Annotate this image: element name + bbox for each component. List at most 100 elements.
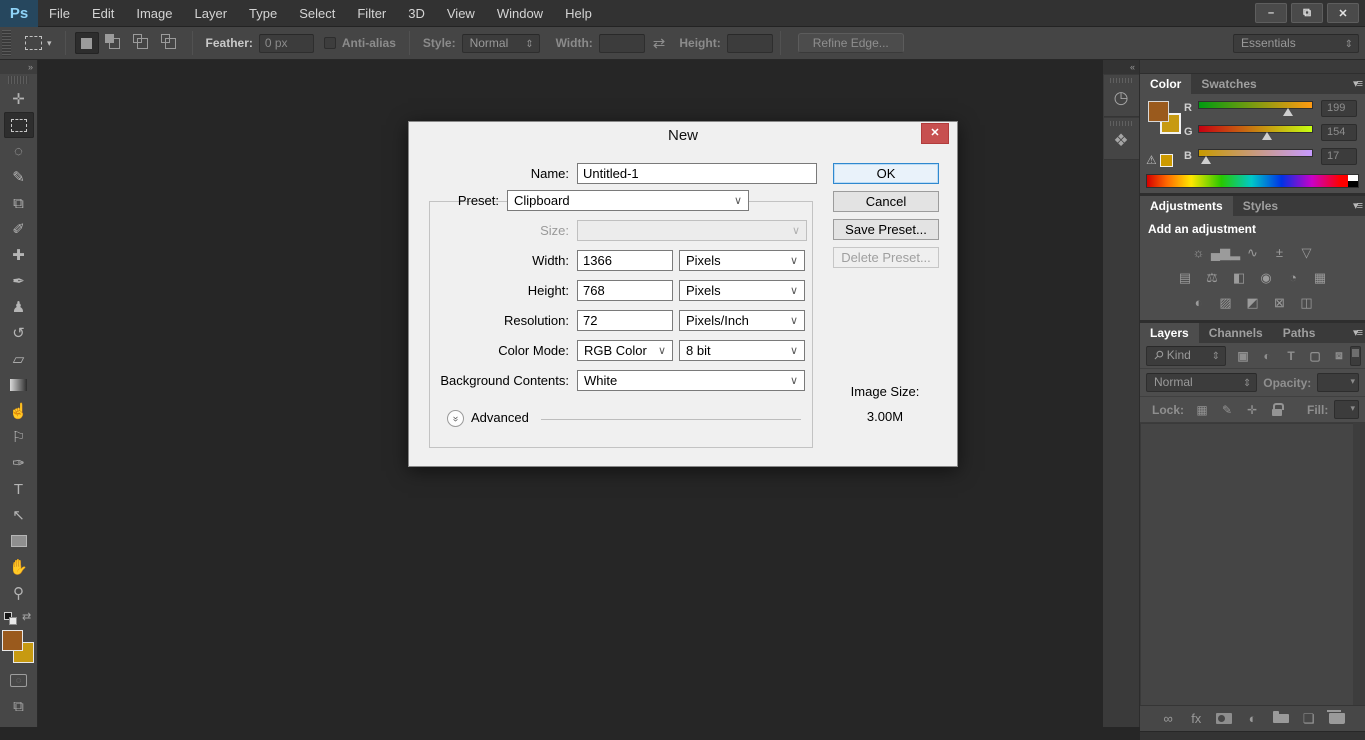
blue-value-input[interactable]: 17 bbox=[1321, 147, 1357, 165]
layer-effects-icon[interactable]: fx bbox=[1188, 711, 1204, 727]
panel-menu-icon[interactable]: ▾≡ bbox=[1353, 326, 1363, 339]
threshold-icon[interactable]: ◩ bbox=[1243, 294, 1263, 311]
tab-styles[interactable]: Styles bbox=[1233, 196, 1288, 216]
color-lookup-icon[interactable]: ▦ bbox=[1310, 269, 1330, 286]
tab-paths[interactable]: Paths bbox=[1273, 323, 1326, 343]
tab-swatches[interactable]: Swatches bbox=[1191, 74, 1266, 94]
invert-icon[interactable]: ◐ bbox=[1189, 294, 1209, 311]
black-white-icon[interactable]: ◧ bbox=[1229, 269, 1249, 286]
ok-button[interactable]: OK bbox=[833, 163, 939, 184]
clone-stamp-tool[interactable]: ♟ bbox=[4, 294, 34, 320]
filter-adjustment-layers-icon[interactable]: ◐ bbox=[1258, 347, 1276, 365]
green-slider[interactable] bbox=[1198, 125, 1313, 133]
swap-dimensions-icon[interactable]: ⇄ bbox=[653, 34, 666, 52]
fill-dropdown[interactable] bbox=[1334, 400, 1359, 419]
channel-mixer-icon[interactable]: ◔ bbox=[1283, 269, 1303, 286]
color-depth-dropdown[interactable]: 8 bit bbox=[679, 340, 805, 361]
green-value-input[interactable]: 154 bbox=[1321, 123, 1357, 141]
pen-tool[interactable]: ✑ bbox=[4, 450, 34, 476]
workspace-switcher-dropdown[interactable]: Essentials bbox=[1233, 34, 1359, 53]
cancel-button[interactable]: Cancel bbox=[833, 191, 939, 212]
green-slider-thumb[interactable] bbox=[1262, 132, 1272, 140]
spot-healing-brush-tool[interactable]: ✚ bbox=[4, 242, 34, 268]
brightness-contrast-icon[interactable]: ☼ bbox=[1189, 244, 1209, 261]
toolbar-grip[interactable] bbox=[8, 76, 29, 84]
gamut-warning-icon[interactable]: ⚠ bbox=[1146, 153, 1157, 167]
style-dropdown[interactable]: Normal bbox=[461, 33, 540, 53]
selection-mode-subtract-button[interactable] bbox=[131, 32, 155, 54]
restore-button[interactable]: ⧉ bbox=[1291, 3, 1323, 23]
eyedropper-tool[interactable]: ✐ bbox=[4, 216, 34, 242]
blue-slider[interactable] bbox=[1198, 149, 1313, 157]
spectrum-gradient[interactable] bbox=[1147, 175, 1348, 187]
delete-layer-icon[interactable] bbox=[1326, 710, 1345, 724]
screen-mode-button[interactable]: ⧉ bbox=[4, 694, 34, 718]
name-input[interactable] bbox=[577, 163, 817, 184]
selection-mode-intersect-button[interactable] bbox=[159, 32, 183, 54]
quick-selection-tool[interactable]: ✎ bbox=[4, 164, 34, 190]
websafe-color-swatch[interactable] bbox=[1159, 153, 1173, 167]
lasso-tool[interactable]: ◌ bbox=[4, 138, 34, 164]
filter-shape-layers-icon[interactable]: ▢ bbox=[1306, 347, 1324, 365]
menu-item[interactable]: Select bbox=[288, 0, 346, 27]
new-group-icon[interactable] bbox=[1272, 711, 1289, 723]
foreground-color-swatch[interactable] bbox=[2, 630, 23, 651]
selection-mode-new-button[interactable] bbox=[74, 32, 99, 54]
layer-filter-toggle[interactable] bbox=[1350, 346, 1361, 366]
type-tool[interactable]: T bbox=[4, 476, 34, 502]
tab-adjustments[interactable]: Adjustments bbox=[1140, 196, 1233, 216]
height-input[interactable] bbox=[577, 280, 673, 301]
menu-item[interactable]: Window bbox=[486, 0, 554, 27]
menu-item[interactable]: Filter bbox=[346, 0, 397, 27]
vibrance-icon[interactable]: ▽ bbox=[1297, 244, 1317, 261]
layers-scrollbar[interactable] bbox=[1353, 423, 1365, 705]
red-slider-thumb[interactable] bbox=[1282, 108, 1293, 116]
link-layers-icon[interactable]: ∞ bbox=[1160, 711, 1176, 727]
curves-icon[interactable]: ∿ bbox=[1243, 244, 1263, 261]
gradient-map-icon[interactable]: ⊠ bbox=[1270, 294, 1290, 311]
tab-layers[interactable]: Layers bbox=[1140, 323, 1199, 343]
selection-mode-add-button[interactable] bbox=[103, 32, 127, 54]
menu-item[interactable]: Layer bbox=[184, 0, 239, 27]
dock-expand-chevron-icon[interactable]: « bbox=[1103, 60, 1139, 74]
lock-all-icon[interactable] bbox=[1269, 402, 1285, 418]
tab-color[interactable]: Color bbox=[1140, 74, 1192, 94]
options-bar-grip[interactable] bbox=[2, 30, 11, 56]
menu-item[interactable]: Edit bbox=[81, 0, 125, 27]
color-spectrum-ramp[interactable] bbox=[1146, 174, 1359, 188]
posterize-icon[interactable]: ▨ bbox=[1216, 294, 1236, 311]
rectangle-tool[interactable] bbox=[4, 528, 34, 554]
close-button[interactable]: ✕ bbox=[1327, 3, 1359, 23]
foreground-color-swatch[interactable] bbox=[1148, 101, 1169, 122]
properties-panel-button[interactable]: ❖ bbox=[1103, 118, 1139, 160]
new-layer-icon[interactable]: ❏ bbox=[1301, 711, 1317, 727]
menu-item[interactable]: View bbox=[436, 0, 486, 27]
add-layer-mask-icon[interactable] bbox=[1216, 713, 1233, 724]
levels-icon[interactable]: ▄▆▂ bbox=[1211, 244, 1240, 261]
menu-item[interactable]: Help bbox=[554, 0, 603, 27]
color-mode-dropdown[interactable]: RGB Color bbox=[577, 340, 673, 361]
advanced-expand-chevron-icon[interactable]: » bbox=[447, 410, 464, 427]
blend-mode-dropdown[interactable]: Normal bbox=[1146, 373, 1258, 392]
menu-item[interactable]: File bbox=[38, 0, 81, 27]
filter-type-layers-icon[interactable]: T bbox=[1282, 347, 1300, 365]
panel-menu-icon[interactable]: ▾≡ bbox=[1353, 77, 1363, 90]
dodge-tool[interactable]: ⚐ bbox=[4, 424, 34, 450]
smudge-tool[interactable]: ☝ bbox=[4, 398, 34, 424]
menu-item[interactable]: 3D bbox=[397, 0, 436, 27]
brush-tool[interactable]: ✒ bbox=[4, 268, 34, 294]
lock-position-icon[interactable]: ✛ bbox=[1244, 402, 1260, 418]
height-unit-dropdown[interactable]: Pixels bbox=[679, 280, 805, 301]
move-tool[interactable]: ✛ bbox=[4, 86, 34, 112]
history-brush-tool[interactable]: ↺ bbox=[4, 320, 34, 346]
default-colors-widget[interactable]: ⇄ bbox=[4, 611, 31, 626]
exposure-icon[interactable]: ± bbox=[1270, 244, 1290, 261]
rectangular-marquee-tool[interactable] bbox=[3, 112, 34, 138]
hue-saturation-icon[interactable]: ▤ bbox=[1175, 269, 1195, 286]
adjustment-layer-icon[interactable]: ◐ bbox=[1245, 711, 1261, 727]
history-panel-button[interactable]: ◷ bbox=[1103, 75, 1139, 117]
crop-tool[interactable]: ⧉ bbox=[4, 190, 34, 216]
photo-filter-icon[interactable]: ◉ bbox=[1256, 269, 1276, 286]
menu-item[interactable]: Image bbox=[125, 0, 183, 27]
minimize-button[interactable]: – bbox=[1255, 3, 1287, 23]
